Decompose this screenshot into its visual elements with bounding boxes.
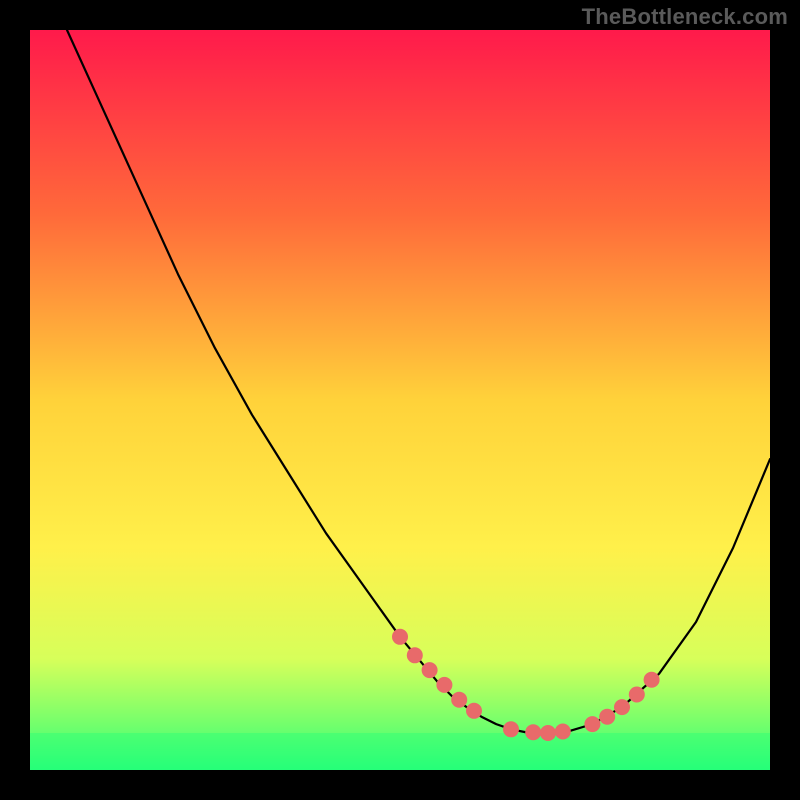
data-marker xyxy=(466,703,482,719)
plot-area xyxy=(30,30,770,770)
data-marker xyxy=(392,629,408,645)
data-marker xyxy=(525,724,541,740)
data-marker xyxy=(451,692,467,708)
data-marker xyxy=(422,662,438,678)
chart-svg xyxy=(30,30,770,770)
data-marker xyxy=(555,724,571,740)
watermark-text: TheBottleneck.com xyxy=(582,4,788,30)
optimal-band xyxy=(30,733,770,770)
chart-container: TheBottleneck.com xyxy=(0,0,800,800)
data-marker xyxy=(540,725,556,741)
data-marker xyxy=(614,699,630,715)
data-marker xyxy=(629,687,645,703)
gradient-background xyxy=(30,30,770,770)
data-marker xyxy=(503,721,519,737)
data-marker xyxy=(407,647,423,663)
data-marker xyxy=(584,716,600,732)
data-marker xyxy=(644,672,660,688)
data-marker xyxy=(599,709,615,725)
data-marker xyxy=(436,677,452,693)
